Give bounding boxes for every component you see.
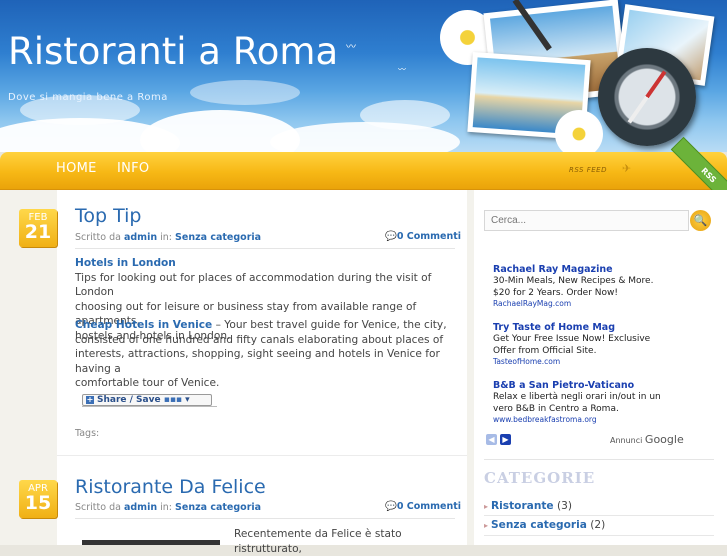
ad-text: Get Your Free Issue Now! Exclusive [493, 334, 651, 344]
post-date-badge: APR 15 [19, 480, 57, 518]
category-item: ▸ Senza categoria (2) [484, 519, 605, 531]
ads-by-google-label[interactable]: Annunci Google [610, 433, 684, 446]
body-line: – Your best travel guide for Venice, the… [212, 319, 447, 331]
nav-item-info[interactable]: INFO [117, 161, 149, 176]
ad-text: vero B&B in Centro a Roma. [493, 404, 619, 414]
post-category-link[interactable]: Senza categoria [175, 232, 261, 243]
sidebar [474, 190, 727, 545]
share-save-button[interactable]: + Share / Save ▪▪▪ ▾ [82, 394, 212, 406]
body-line: comfortable tour of Venice. [75, 377, 220, 389]
post-thumbnail [82, 540, 220, 545]
social-icons: ▪▪▪ [163, 395, 183, 405]
category-count: (2) [590, 519, 606, 531]
category-link[interactable]: Senza categoria [491, 519, 587, 531]
ad-block[interactable]: Rachael Ray Magazine 30-Min Meals, New R… [493, 264, 673, 308]
ad-title[interactable]: Rachael Ray Magazine [493, 264, 673, 275]
ad-label-prefix: Annunci [610, 436, 643, 445]
divider [75, 518, 455, 519]
post-date-badge: FEB 21 [19, 209, 57, 247]
meta-prefix: Scritto da [75, 232, 121, 243]
post-title[interactable]: Ristorante Da Felice [75, 476, 266, 498]
compass-icon [598, 48, 696, 146]
comment-bubble-icon: 💬 [385, 231, 397, 242]
ad-block[interactable]: B&B a San Pietro-Vaticano Relax e libert… [493, 380, 673, 424]
comments-link[interactable]: 💬0 Commenti [385, 501, 461, 512]
hotels-london-link[interactable]: Hotels in London [75, 257, 176, 269]
post-meta: Scritto da admin in: Senza categoria [75, 232, 261, 243]
ad-label-brand: Google [644, 433, 684, 446]
cloud-decoration [190, 80, 300, 105]
share-label: Share / Save [97, 395, 161, 405]
meta-in: in: [160, 502, 173, 513]
ad-url[interactable]: TasteofHome.com [493, 357, 673, 366]
ad-text: 30-Min Meals, New Recipes & More. [493, 276, 654, 286]
airplane-icon: ✈ [622, 162, 632, 175]
ad-url[interactable]: RachaelRayMag.com [493, 299, 673, 308]
comments-link[interactable]: 💬0 Commenti [385, 231, 461, 242]
ad-text: Offer from Official Site. [493, 346, 597, 356]
ad-url[interactable]: www.bedbreakfastroma.org [493, 415, 673, 424]
post-date-day: 21 [24, 221, 52, 243]
chevron-right-icon: ▶ [502, 435, 509, 444]
main-navigation: HOME INFO RSS FEED ✈ [0, 152, 727, 190]
search-button[interactable]: 🔍 [690, 210, 711, 231]
comment-bubble-icon: 💬 [385, 501, 397, 512]
ad-prev-button[interactable]: ◀ [486, 434, 497, 445]
search-input[interactable] [484, 210, 689, 231]
cheap-hotels-venice-link[interactable]: Cheap Hotels in Venice [75, 319, 212, 331]
meta-prefix: Scritto da [75, 502, 121, 513]
post-body: Cheap Hotels in Venice – Your best trave… [75, 318, 460, 391]
ad-next-button[interactable]: ▶ [500, 434, 511, 445]
search-icon: 🔍 [693, 214, 708, 227]
body-line: interests, attractions, shopping, sight … [75, 348, 440, 375]
bird-icon: 〰 [398, 65, 406, 74]
site-title[interactable]: Ristoranti a Roma [8, 30, 338, 73]
body-line: consisted of one hundred and fifty canal… [75, 333, 444, 346]
comments-count: 0 Commenti [396, 501, 462, 512]
divider [484, 515, 714, 516]
categories-heading: CATEGORIE [484, 469, 596, 487]
site-header: 〰 〰 Ristoranti a Roma Dove si mangia ben… [0, 0, 727, 152]
ad-title[interactable]: Try Taste of Home Mag [493, 322, 673, 333]
chevron-left-icon: ◀ [488, 435, 495, 444]
comments-count: 0 Commenti [396, 231, 462, 242]
bullet-arrow-icon: ▸ [484, 521, 489, 530]
divider [82, 406, 217, 407]
divider [484, 459, 714, 460]
bird-icon: 〰 [346, 42, 356, 53]
body-line: Tips for looking out for places of accom… [75, 271, 432, 299]
post-date-day: 15 [24, 492, 52, 514]
divider [57, 455, 467, 456]
divider [484, 535, 714, 536]
post-tags: Tags: [75, 428, 100, 439]
ad-title[interactable]: B&B a San Pietro-Vaticano [493, 380, 673, 391]
site-description: Dove si mangia bene a Roma [8, 92, 168, 103]
ad-block[interactable]: Try Taste of Home Mag Get Your Free Issu… [493, 322, 673, 366]
plus-icon: + [86, 394, 94, 404]
divider [75, 248, 455, 249]
ad-text: $20 for 2 Years. Order Now! [493, 288, 618, 298]
post-author-link[interactable]: admin [124, 232, 157, 243]
post-author-link[interactable]: admin [124, 502, 157, 513]
meta-in: in: [160, 232, 173, 243]
ad-text: Relax e libertà negli orari in/out in un [493, 392, 661, 402]
category-link[interactable]: Ristorante [491, 500, 554, 512]
post-excerpt: Recentemente da Felice è stato ristruttu… [234, 528, 402, 555]
bullet-arrow-icon: ▸ [484, 502, 489, 511]
category-item: ▸ Ristorante (3) [484, 500, 572, 512]
nav-item-home[interactable]: HOME [56, 161, 97, 176]
rss-feed-link[interactable]: RSS FEED [569, 166, 607, 174]
category-count: (3) [557, 500, 573, 512]
post-title[interactable]: Top Tip [75, 205, 141, 227]
post-category-link[interactable]: Senza categoria [175, 502, 261, 513]
post-meta: Scritto da admin in: Senza categoria [75, 502, 261, 513]
flower-decoration [555, 110, 603, 152]
